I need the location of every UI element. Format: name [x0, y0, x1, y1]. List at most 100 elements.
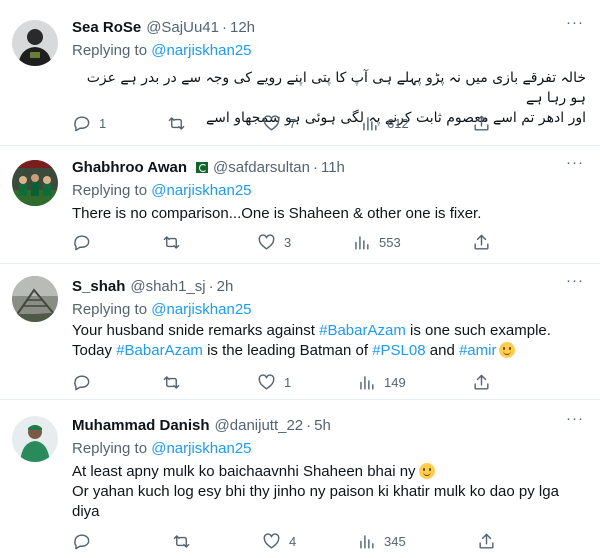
tweet-4[interactable]: ··· Muhammad Danish @danijutt_22 · 5h Re…	[0, 400, 600, 558]
replying-to: Replying to @narjiskhan25	[72, 40, 586, 62]
tweet-text: Your husband snide remarks against #Baba…	[72, 321, 586, 361]
tweet-header: Sea RoSe @SajUu41 · 12h	[72, 16, 586, 38]
share-icon	[474, 374, 489, 390]
avatar[interactable]	[12, 276, 58, 322]
share-button[interactable]	[477, 531, 496, 551]
retweet-icon	[163, 375, 180, 389]
like-count: 7	[289, 115, 297, 131]
display-name[interactable]: Muhammad Danish	[72, 417, 210, 434]
hashtag-link[interactable]: #PSL08	[372, 342, 425, 359]
retweet-button[interactable]	[162, 232, 189, 252]
views-icon	[355, 235, 369, 250]
views-icon	[360, 534, 374, 549]
text-segment: At least apny mulk ko baichaavnhi Shahee…	[72, 463, 416, 480]
reply-count: 1	[99, 115, 107, 131]
views-icon	[360, 375, 374, 390]
replying-to-label: Replying to	[72, 440, 152, 457]
reply-button[interactable]: 1	[72, 113, 106, 133]
tweet-3[interactable]: ··· S_shah @shah1_sj · 2h Replying to @n…	[0, 264, 600, 400]
like-button[interactable]: 7	[262, 113, 296, 133]
reply-icon	[74, 374, 90, 390]
tweet-2[interactable]: ··· Ghabhroo Awan @safdarsultan · 11h Re…	[0, 146, 600, 264]
retweet-button[interactable]	[167, 113, 194, 133]
replying-to: Replying to @narjiskhan25	[72, 438, 586, 460]
hashtag-link[interactable]: #BabarAzam	[116, 342, 203, 359]
like-icon	[258, 233, 275, 250]
reply-icon	[74, 115, 90, 131]
action-bar: 1 7 612	[72, 113, 492, 133]
tweet-text-line: Today #BabarAzam is the leading Batman o…	[72, 341, 586, 361]
display-name[interactable]: Sea RoSe	[72, 19, 141, 36]
retweet-icon	[168, 116, 185, 130]
tweet-text-line: Your husband snide remarks against #Baba…	[72, 321, 586, 341]
tweet-1[interactable]: ··· Sea RoSe @SajUu41 · 12h Replying to …	[0, 0, 600, 146]
like-icon	[263, 114, 280, 131]
avatar[interactable]	[12, 416, 58, 462]
mention-link[interactable]: @narjiskhan25	[151, 182, 251, 199]
replying-to: Replying to @narjiskhan25	[72, 180, 586, 202]
user-handle[interactable]: @safdarsultan	[213, 159, 310, 176]
views-count: 553	[379, 234, 401, 250]
user-handle[interactable]: @SajUu41	[146, 19, 219, 36]
like-count: 1	[284, 374, 292, 390]
retweet-button[interactable]	[172, 531, 199, 551]
views-button[interactable]: 345	[357, 531, 406, 551]
reply-icon	[74, 533, 90, 549]
like-button[interactable]: 4	[262, 531, 296, 551]
mention-link[interactable]: @narjiskhan25	[151, 42, 251, 59]
replying-to: Replying to @narjiskhan25	[72, 299, 586, 321]
views-count: 345	[384, 533, 406, 549]
separator-dot: ·	[221, 18, 227, 36]
text-segment: Today	[72, 342, 117, 359]
separator-dot: ·	[306, 416, 312, 434]
views-count: 149	[384, 374, 406, 390]
separator-dot: ·	[208, 277, 214, 295]
like-count: 3	[284, 234, 292, 250]
avatar[interactable]	[12, 20, 58, 66]
share-button[interactable]	[472, 372, 491, 392]
display-name[interactable]: S_shah	[72, 278, 125, 295]
share-button[interactable]	[472, 232, 491, 252]
tweet-header: Muhammad Danish @danijutt_22 · 5h	[72, 414, 586, 436]
action-bar: 4 345	[72, 531, 494, 551]
like-button[interactable]: 1	[257, 372, 291, 392]
retweet-icon	[163, 235, 180, 249]
views-button[interactable]: 149	[357, 372, 406, 392]
display-name[interactable]: Ghabhroo Awan	[72, 159, 187, 176]
views-button[interactable]: 553	[352, 232, 401, 252]
action-bar: 1 149	[72, 372, 492, 392]
hashtag-link[interactable]: #amir	[459, 342, 497, 359]
tweet-header: S_shah @shah1_sj · 2h	[72, 275, 586, 297]
avatar[interactable]	[12, 160, 58, 206]
reply-button[interactable]	[72, 531, 99, 551]
tweet-text-line: At least apny mulk ko baichaavnhi Shahee…	[72, 462, 586, 482]
like-icon	[258, 373, 275, 390]
hashtag-link[interactable]: #BabarAzam	[319, 322, 406, 339]
retweet-button[interactable]	[162, 372, 189, 392]
timestamp[interactable]: 12h	[230, 19, 255, 36]
tweet-text-line: diya	[72, 503, 100, 520]
like-count: 4	[289, 533, 297, 549]
user-handle[interactable]: @danijutt_22	[215, 417, 304, 434]
views-button[interactable]: 612	[360, 113, 409, 133]
mention-link[interactable]: @narjiskhan25	[151, 301, 251, 318]
pakistan-flag-icon	[192, 161, 209, 173]
separator-dot: ·	[312, 158, 318, 176]
text-segment: is one such example.	[405, 322, 551, 339]
like-button[interactable]: 3	[257, 232, 291, 252]
timestamp[interactable]: 5h	[314, 417, 331, 434]
views-count: 612	[387, 115, 409, 131]
reply-button[interactable]	[72, 372, 99, 392]
smile-emoji-icon	[418, 463, 435, 479]
user-handle[interactable]: @shah1_sj	[130, 278, 205, 295]
replying-to-label: Replying to	[72, 301, 152, 318]
mention-link[interactable]: @narjiskhan25	[151, 440, 251, 457]
text-segment: and	[425, 342, 459, 359]
timestamp[interactable]: 11h	[321, 159, 345, 176]
smile-emoji-icon	[499, 342, 516, 358]
tweet-text-line: Or yahan kuch log esy bhi thy jinho ny p…	[72, 483, 559, 500]
reply-button[interactable]	[72, 232, 99, 252]
tweet-text-line: خالہ تفرقے بازی میں نہ پڑو پہلے ہی آپ کا…	[86, 70, 586, 106]
share-button[interactable]	[472, 113, 491, 133]
timestamp[interactable]: 2h	[217, 278, 234, 295]
